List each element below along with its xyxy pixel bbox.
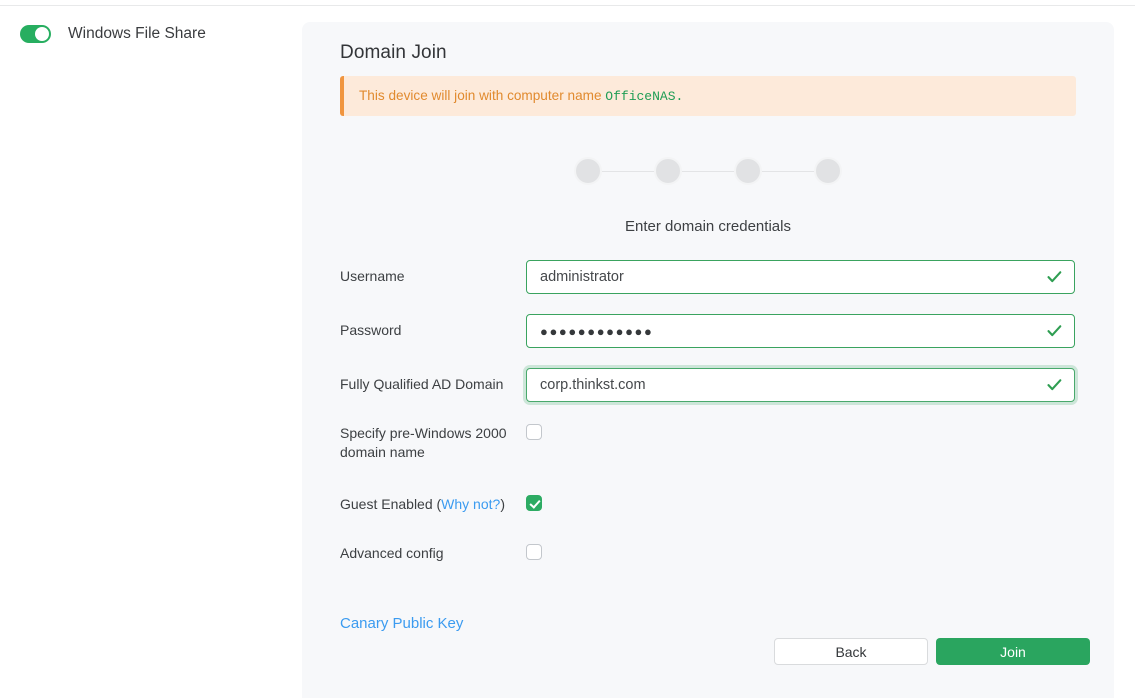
step-dot-3[interactable] [734,157,762,185]
credentials-form: Username administrator Password ●●●●●●●●… [340,260,1080,563]
password-input[interactable]: ●●●●●●●●●●●● [526,314,1075,348]
page-title: Domain Join [340,42,447,63]
why-not-link[interactable]: Why not? [441,496,500,512]
username-value: administrator [540,269,624,285]
info-alert: This device will join with computer name… [340,76,1076,116]
toggle-on-icon[interactable] [20,25,51,43]
toggle-knob [35,27,49,41]
password-label: Password [340,322,402,338]
guest-enabled-suffix: ) [500,496,505,512]
username-field-wrap: administrator [526,260,1080,294]
prewin2000-checkbox[interactable] [526,424,542,440]
step-line-2 [682,170,734,172]
step-dot-4[interactable] [814,157,842,185]
check-icon [1047,379,1062,391]
wizard-stepper [340,135,1076,207]
form-row-guest-enabled: Guest Enabled (Why not?) [340,495,1080,514]
username-input[interactable]: administrator [526,260,1075,294]
service-title: Windows File Share [68,25,206,42]
ad-domain-label: Fully Qualified AD Domain [340,376,504,392]
guest-enabled-checkbox[interactable] [526,495,542,511]
advanced-config-label: Advanced config [340,545,444,561]
form-row-ad-domain: Fully Qualified AD Domain corp.thinkst.c… [340,368,1080,402]
join-button[interactable]: Join [936,638,1090,665]
form-row-advanced-config: Advanced config [340,544,1080,563]
alert-text-prefix: This device will join with computer name [359,87,606,103]
guest-enabled-label: Guest Enabled (Why not?) [340,495,526,514]
form-row-password: Password ●●●●●●●●●●●● [340,314,1080,348]
back-button[interactable]: Back [774,638,928,665]
top-divider [0,5,1135,6]
alert-computer-name: OfficeNAS. [605,88,684,104]
check-icon [1047,271,1062,283]
stepper-track [574,157,842,185]
password-value: ●●●●●●●●●●●● [540,323,654,339]
form-row-username: Username administrator [340,260,1080,294]
ad-domain-value: corp.thinkst.com [540,377,646,393]
alert-text: This device will join with computer name… [359,87,683,106]
step-line-3 [762,170,814,172]
guest-enabled-prefix: Guest Enabled ( [340,496,442,512]
service-toggle-row: Windows File Share [0,22,300,62]
ad-domain-input[interactable]: corp.thinkst.com [526,368,1075,402]
step-dot-2[interactable] [654,157,682,185]
canary-public-key-link[interactable]: Canary Public Key [340,615,463,632]
username-label: Username [340,268,405,284]
ad-domain-field-wrap: corp.thinkst.com [526,368,1080,402]
wizard-button-bar: Back Join [774,638,1090,665]
advanced-config-checkbox[interactable] [526,544,542,560]
step-line-1 [602,170,654,172]
prewin2000-label: Specify pre-Windows 2000 domain name [340,425,507,460]
password-field-wrap: ●●●●●●●●●●●● [526,314,1080,348]
domain-join-panel: Domain Join This device will join with c… [302,22,1114,698]
app-root: Windows File Share Domain Join This devi… [0,0,1135,698]
check-icon [1047,325,1062,337]
section-heading: Enter domain credentials [625,218,791,235]
form-row-prewin2000: Specify pre-Windows 2000 domain name [340,424,1080,462]
step-dot-1[interactable] [574,157,602,185]
